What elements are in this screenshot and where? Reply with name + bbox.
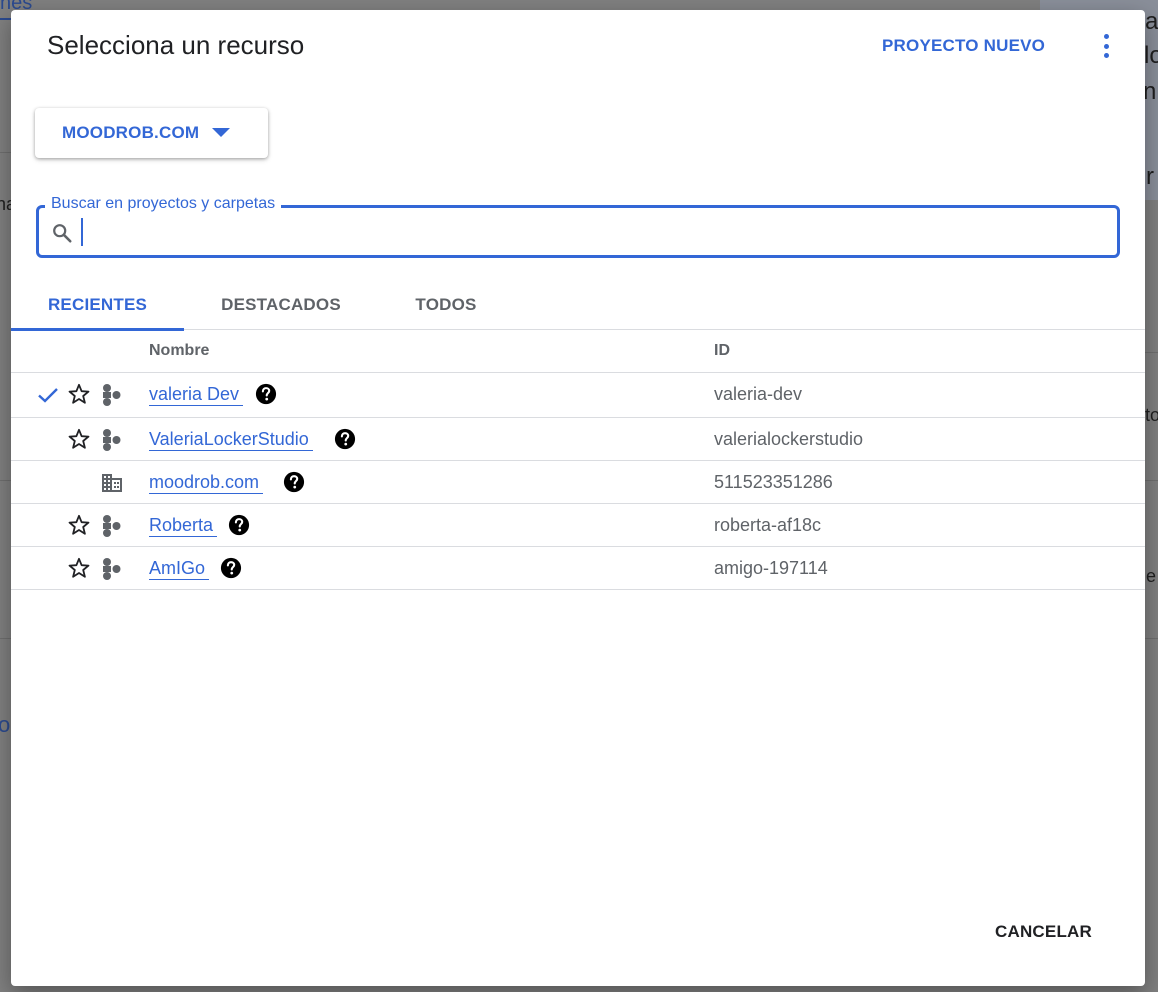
resource-name-link[interactable]: AmIGo [149, 558, 210, 580]
project-icon [103, 558, 121, 580]
help-icon[interactable] [220, 557, 242, 579]
caret-down-icon [212, 127, 231, 137]
resource-id: valeria-dev [714, 384, 803, 404]
help-icon[interactable] [283, 471, 305, 493]
resource-name-link[interactable]: valeria Dev [149, 384, 244, 406]
resource-picker-dialog: Selecciona un recurso PROYECTO NUEVO MOO… [11, 10, 1145, 986]
search-label: Buscar en proyectos y carpetas [45, 195, 282, 213]
resource-id: roberta-af18c [714, 515, 822, 535]
resource-table: Nombre ID valeria Dev valeria-dev Valeri… [11, 331, 1145, 590]
help-icon[interactable] [228, 514, 250, 536]
background-divider [1145, 480, 1158, 481]
cancel-button[interactable]: CANCELAR [995, 922, 1092, 942]
column-header-id: ID [714, 342, 730, 359]
table-row[interactable]: Roberta roberta-af18c [11, 504, 1145, 547]
tab-destacados[interactable]: DESTACADOS [201, 280, 361, 330]
tab-recientes[interactable]: RECIENTES [11, 280, 184, 331]
table-row[interactable]: AmIGo amigo-197114 [11, 547, 1145, 590]
column-header-name: Nombre [149, 342, 210, 359]
search-field[interactable]: Buscar en proyectos y carpetas [36, 195, 1120, 258]
resource-id: amigo-197114 [714, 558, 828, 578]
dialog-title: Selecciona un recurso [47, 30, 305, 60]
background-text: e [1146, 566, 1157, 586]
background-text: o [0, 712, 11, 737]
star-outline-icon[interactable] [67, 513, 91, 537]
background-text: r [1146, 163, 1154, 190]
table-row[interactable]: moodrob.com 511523351286 [11, 461, 1145, 504]
check-icon [38, 388, 58, 403]
table-header: Nombre ID [11, 331, 1145, 373]
background-text: ni [1143, 78, 1158, 105]
background-text: a [1145, 8, 1158, 35]
new-project-button[interactable]: PROYECTO NUEVO [882, 36, 1045, 56]
organization-selector[interactable]: MOODROB.COM [35, 108, 268, 158]
star-outline-icon[interactable] [67, 382, 91, 406]
resource-name-link[interactable]: Roberta [149, 515, 218, 537]
resource-name-link[interactable]: ValeriaLockerStudio [149, 429, 313, 451]
resource-id: valerialockerstudio [714, 429, 864, 449]
tab-todos[interactable]: TODOS [386, 280, 506, 330]
background-divider [1145, 352, 1158, 353]
resource-id: 511523351286 [714, 472, 833, 492]
project-icon [103, 515, 121, 537]
background-text: lo [1144, 42, 1158, 69]
organization-icon [102, 474, 122, 492]
tab-bar: RECIENTES DESTACADOS TODOS [11, 280, 1145, 331]
resource-name-link[interactable]: moodrob.com [149, 472, 264, 494]
star-outline-icon[interactable] [67, 556, 91, 580]
background-text: to [1145, 405, 1158, 425]
table-row[interactable]: valeria Dev valeria-dev [11, 373, 1145, 418]
search-icon [53, 224, 72, 243]
help-icon[interactable] [334, 428, 356, 450]
project-icon [103, 429, 121, 451]
table-row[interactable]: ValeriaLockerStudio valerialockerstudio [11, 418, 1145, 461]
star-outline-icon[interactable] [67, 427, 91, 451]
organization-selector-label: MOODROB.COM [62, 123, 200, 142]
search-input[interactable] [81, 218, 1101, 246]
more-options-icon[interactable] [1095, 32, 1117, 60]
background-divider [1145, 638, 1158, 639]
project-icon [103, 384, 121, 406]
help-icon[interactable] [255, 383, 277, 405]
